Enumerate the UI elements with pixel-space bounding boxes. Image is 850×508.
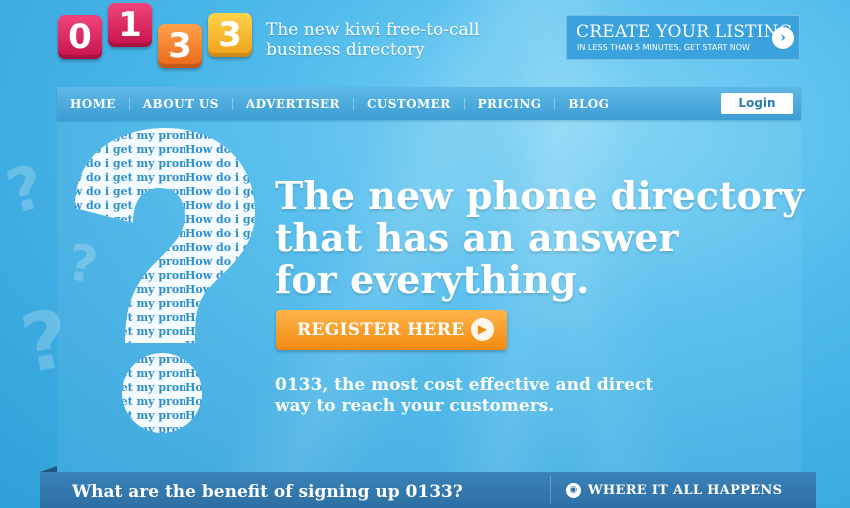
question-mark-icon: ? <box>0 151 52 229</box>
main-nav: HOME ABOUT US ADVERTISER CUSTOMER PRICIN… <box>57 87 801 120</box>
tagline-line2: business directory <box>266 40 425 60</box>
question-text-art-icon: How do i get my promotion heard? <box>75 128 255 433</box>
nav-item-home[interactable]: HOME <box>57 97 130 110</box>
nav-item-blog[interactable]: BLOG <box>555 98 622 110</box>
register-button[interactable]: REGISTER HERE ▶ <box>276 310 507 350</box>
logo-tile-3a[interactable]: 3 <box>158 24 202 68</box>
benefit-heading: What are the benefit of signing up 0133? <box>72 482 463 502</box>
rss-icon: ◉ <box>566 483 581 498</box>
where-label: WHERE IT ALL HAPPENS <box>588 483 783 498</box>
arrow-right-icon: › <box>772 27 794 49</box>
cta-title: CREATE YOUR LISTING <box>576 22 793 42</box>
nav-item-customer[interactable]: CUSTOMER <box>354 97 465 110</box>
bottom-bar: What are the benefit of signing up 0133?… <box>40 466 816 508</box>
hero-title-line3: for everything. <box>275 257 590 302</box>
divider <box>550 476 551 504</box>
tagline: The new kiwi free-to-call business direc… <box>266 20 479 60</box>
login-button[interactable]: Login <box>721 93 793 114</box>
play-arrow-icon: ▶ <box>471 318 494 341</box>
hero-description: 0133, the most cost effective and direct… <box>275 375 653 417</box>
nav-item-advertiser[interactable]: ADVERTISER <box>233 97 354 110</box>
logo-tile-3b[interactable]: 3 <box>208 13 252 57</box>
nav-item-about-us[interactable]: ABOUT US <box>130 97 233 110</box>
where-it-all-happens-link[interactable]: ◉ WHERE IT ALL HAPPENS <box>566 483 782 498</box>
hero-title-line1: The new phone directory <box>275 173 804 218</box>
hero-desc-line2: way to reach your customers. <box>275 396 555 416</box>
hero-title-line2: that has an answer <box>275 215 679 260</box>
logo-tile-0[interactable]: 0 <box>58 15 102 59</box>
logo-tile-1[interactable]: 1 <box>108 3 152 47</box>
tagline-line1: The new kiwi free-to-call <box>266 20 480 40</box>
create-listing-button[interactable]: CREATE YOUR LISTING IN LESS THAN 5 MINUT… <box>566 15 800 60</box>
register-label: REGISTER HERE <box>297 320 465 340</box>
hero-title: The new phone directory that has an answ… <box>275 175 804 301</box>
hero-desc-line1: 0133, the most cost effective and direct <box>275 375 654 395</box>
nav-item-pricing[interactable]: PRICING <box>465 97 556 110</box>
cta-subtitle: IN LESS THAN 5 MINUTES, GET START NOW <box>577 43 750 52</box>
